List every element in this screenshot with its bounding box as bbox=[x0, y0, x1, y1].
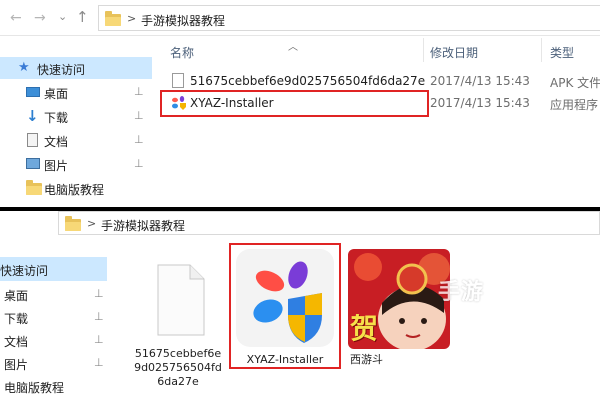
sort-ascending-icon[interactable]: ︿ bbox=[288, 38, 298, 53]
sidebar-item-label: 快速访问 bbox=[37, 63, 86, 77]
file-row[interactable]: 51675cebbef6e9d025756504fd6da27e 2017/4/… bbox=[160, 70, 600, 92]
download-icon: ↓ bbox=[26, 107, 39, 125]
back-arrow-icon[interactable]: ← bbox=[10, 10, 22, 26]
top-explorer-window: ← → ⌄ ↑ > 手游模拟器教程 ★ 快速访问 桌面 ⊥ ↓ 下载 ⊥ 文档 … bbox=[0, 0, 600, 209]
pin-icon[interactable]: ⊥ bbox=[94, 287, 104, 300]
file-type: APK 文件 bbox=[550, 76, 600, 90]
sidebar-item-label: 下载 bbox=[4, 312, 29, 326]
column-header-date[interactable]: 修改日期 bbox=[430, 44, 478, 61]
breadcrumb-separator: > bbox=[87, 217, 97, 230]
address-field[interactable]: > 手游模拟器教程 bbox=[58, 211, 600, 235]
folder-icon bbox=[105, 11, 121, 26]
sidebar-item-label: 文档 bbox=[4, 335, 29, 349]
file-tile[interactable]: 51675cebbef6e 9d025756504fd 6da27e bbox=[130, 251, 226, 399]
game-thumbnail: 贺 bbox=[348, 249, 450, 349]
file-date: 2017/4/13 15:43 bbox=[430, 96, 530, 110]
sidebar-item-label: 快速访问 bbox=[0, 264, 49, 278]
navigation-pane: 快速访问 桌面 ⊥ 下载 ⊥ 文档 ⊥ 图片 ⊥ 电脑版教程 bbox=[0, 257, 110, 400]
pin-icon[interactable]: ⊥ bbox=[94, 333, 104, 346]
up-arrow-icon[interactable]: ↑ bbox=[76, 9, 89, 25]
desktop-icon bbox=[26, 87, 40, 97]
navigation-pane: ★ 快速访问 桌面 ⊥ ↓ 下载 ⊥ 文档 ⊥ 图片 ⊥ 电脑版教程 bbox=[0, 37, 152, 209]
sidebar-item-label: 桌面 bbox=[4, 289, 29, 303]
sidebar-item-label: 下载 bbox=[44, 111, 69, 125]
pictures-icon bbox=[26, 158, 40, 169]
highlight-box bbox=[229, 243, 341, 369]
sidebar-item-pc-tutorials[interactable]: 电脑版教程 bbox=[0, 177, 152, 199]
sidebar-item-label: 电脑版教程 bbox=[44, 183, 105, 197]
file-date: 2017/4/13 15:43 bbox=[430, 74, 530, 88]
star-icon: ★ bbox=[18, 60, 30, 75]
highlight-box bbox=[160, 90, 429, 117]
sidebar-item-quick-access[interactable]: ★ 快速访问 bbox=[0, 57, 152, 79]
file-name: 51675cebbef6e9d025756504fd6da27e bbox=[190, 74, 426, 88]
sidebar-item-pictures[interactable]: 图片 ⊥ bbox=[0, 352, 110, 374]
address-field[interactable]: > 手游模拟器教程 bbox=[98, 5, 600, 31]
sidebar-item-label: 桌面 bbox=[44, 87, 69, 101]
sidebar-item-downloads[interactable]: ↓ 下载 ⊥ bbox=[0, 105, 152, 127]
forward-arrow-icon[interactable]: → bbox=[34, 10, 46, 26]
sidebar-item-documents[interactable]: 文档 ⊥ bbox=[0, 329, 110, 351]
sidebar-item-label: 图片 bbox=[4, 358, 29, 372]
breadcrumb-separator: > bbox=[127, 12, 137, 25]
sidebar-item-label: 文档 bbox=[44, 135, 69, 149]
column-header-type[interactable]: 类型 bbox=[550, 44, 574, 61]
sidebar-item-quick-access[interactable]: 快速访问 bbox=[0, 257, 107, 281]
document-icon bbox=[27, 133, 38, 147]
sidebar-item-pc-tutorials[interactable]: 电脑版教程 bbox=[0, 375, 110, 397]
pin-icon[interactable]: ⊥ bbox=[94, 356, 104, 369]
recent-locations-chevron-icon[interactable]: ⌄ bbox=[58, 9, 67, 25]
sidebar-item-downloads[interactable]: 下载 ⊥ bbox=[0, 306, 110, 328]
sidebar-item-documents[interactable]: 文档 ⊥ bbox=[0, 129, 152, 151]
watermark-logo: 手游 SHOUYOU.COM bbox=[438, 280, 512, 314]
blank-file-icon bbox=[172, 73, 184, 88]
sidebar-item-desktop[interactable]: 桌面 ⊥ bbox=[0, 81, 152, 103]
pin-icon[interactable]: ⊥ bbox=[94, 310, 104, 323]
file-tile[interactable]: 贺 西游斗 bbox=[348, 249, 450, 366]
column-divider[interactable] bbox=[423, 38, 424, 62]
pin-icon[interactable]: ⊥ bbox=[134, 85, 144, 98]
column-header-name[interactable]: 名称 bbox=[170, 44, 194, 61]
file-type: 应用程序 bbox=[550, 98, 599, 112]
tile-label: 51675cebbef6e 9d025756504fd 6da27e bbox=[134, 347, 222, 388]
folder-icon bbox=[26, 180, 42, 195]
sidebar-item-label: 电脑版教程 bbox=[4, 381, 65, 395]
pin-icon[interactable]: ⊥ bbox=[134, 109, 144, 122]
pin-icon[interactable]: ⊥ bbox=[134, 133, 144, 146]
breadcrumb-folder[interactable]: 手游模拟器教程 bbox=[141, 12, 225, 29]
breadcrumb-folder[interactable]: 手游模拟器教程 bbox=[101, 217, 185, 234]
column-divider[interactable] bbox=[541, 38, 542, 62]
folder-icon bbox=[65, 216, 81, 231]
game-badge: 贺 bbox=[350, 312, 379, 345]
sidebar-item-desktop[interactable]: 桌面 ⊥ bbox=[0, 283, 110, 305]
sidebar-item-pictures[interactable]: 图片 ⊥ bbox=[0, 153, 152, 175]
sidebar-item-label: 图片 bbox=[44, 159, 69, 173]
tile-label: 西游斗 bbox=[350, 353, 383, 366]
blank-file-icon bbox=[157, 264, 205, 336]
pin-icon[interactable]: ⊥ bbox=[134, 157, 144, 170]
address-bar: ← → ⌄ ↑ > 手游模拟器教程 bbox=[0, 0, 600, 36]
